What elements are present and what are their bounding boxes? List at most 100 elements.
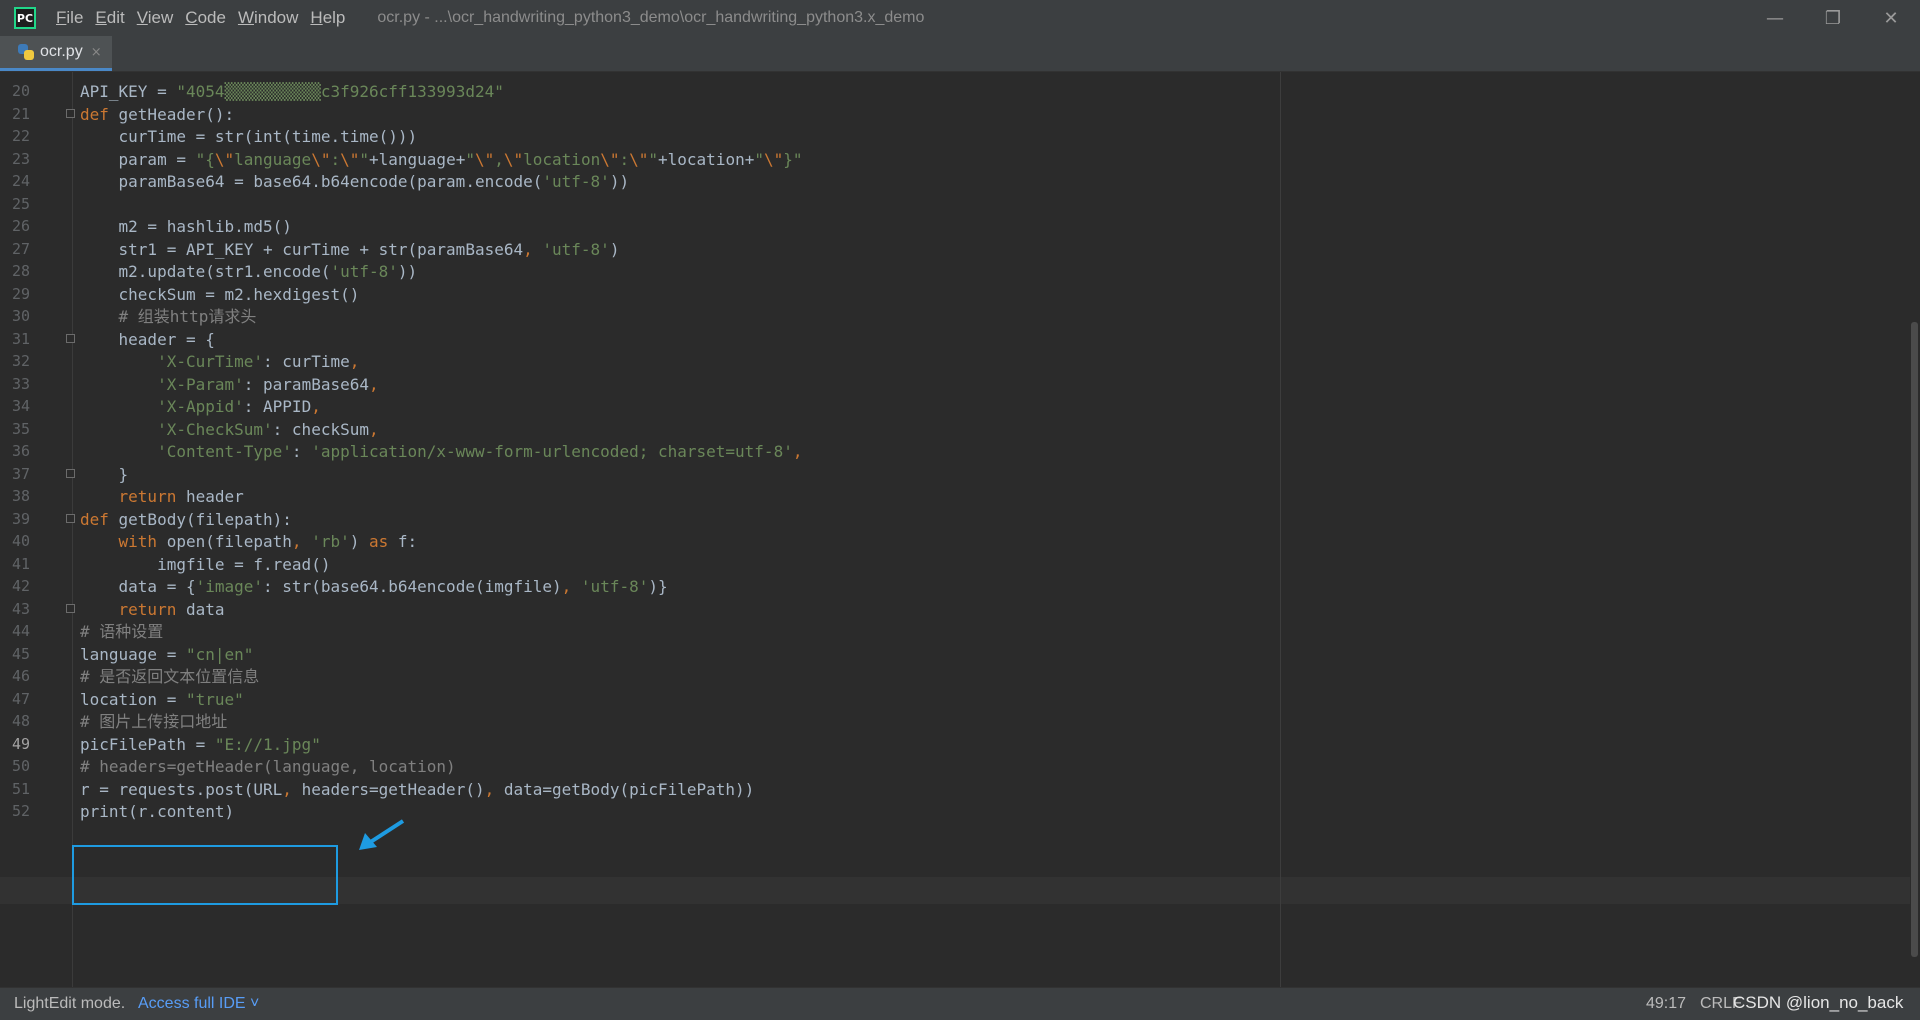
code-token: m2 = hashlib.md5() bbox=[80, 217, 292, 236]
code-token: ) bbox=[349, 532, 369, 551]
code-token: : bbox=[619, 149, 630, 169]
window-title: ocr.py - ...\ocr_handwriting_python3_dem… bbox=[377, 9, 925, 26]
code-token: m2.update(str1.encode( bbox=[80, 262, 331, 281]
editor-tab-bar: ocr.py × bbox=[0, 36, 1920, 72]
code-editor[interactable]: 20 API_KEY = "4054▒▒▒▒▒▒▒▒▒▒c3f926cff1339… bbox=[0, 72, 1920, 987]
code-token: , bbox=[368, 419, 379, 439]
code-token: # 语种设置 bbox=[80, 622, 164, 641]
code-token: r = requests.post(URL bbox=[80, 779, 283, 799]
code-token: : bbox=[291, 442, 312, 461]
code-token: 'application/x-www-form-urlencoded; char… bbox=[311, 442, 793, 461]
code-token: with bbox=[118, 532, 158, 551]
code-token: def bbox=[80, 509, 119, 529]
code-token: # headers=getHeader(language, location) bbox=[80, 757, 456, 776]
code-token: 'utf-8' bbox=[542, 172, 610, 191]
vertical-scrollbar[interactable] bbox=[1910, 72, 1920, 987]
code-token: API_KEY = bbox=[80, 82, 177, 101]
code-token: 'image' bbox=[195, 577, 264, 596]
fold-marker-icon[interactable] bbox=[66, 603, 75, 613]
menu-help[interactable]: Help bbox=[304, 8, 351, 28]
code-token: 'rb' bbox=[311, 532, 350, 551]
code-token: )) bbox=[609, 172, 630, 191]
code-token: paramBase64 = base64.b64encode(param.enc… bbox=[80, 172, 543, 191]
code-token: , bbox=[311, 397, 321, 416]
title-bar: PC File Edit View Code Window Help ocr.py - .… bbox=[0, 0, 1920, 36]
code-token: , bbox=[484, 779, 504, 799]
code-token: data bbox=[176, 599, 225, 619]
code-token: : bbox=[330, 149, 341, 169]
code-token: +language+ bbox=[369, 149, 466, 169]
menu-window[interactable]: Window bbox=[232, 8, 304, 28]
line-number: 52 bbox=[11, 802, 30, 820]
code-token: return bbox=[118, 487, 177, 506]
code-token: 'X-Appid' bbox=[157, 397, 244, 416]
code-token: ) bbox=[609, 239, 620, 259]
code-token: 'X-CheckSum' bbox=[157, 419, 273, 439]
python-file-icon bbox=[18, 44, 34, 60]
code-token: ▒▒▒▒▒▒▒▒▒▒ bbox=[224, 82, 321, 101]
code-token: \" bbox=[600, 149, 620, 169]
code-token: +location+ bbox=[658, 149, 755, 169]
code-token: "true" bbox=[185, 689, 244, 709]
code-token: : paramBase64 bbox=[243, 374, 369, 394]
code-token: "4054 bbox=[176, 82, 225, 101]
fold-marker-icon[interactable] bbox=[66, 468, 75, 478]
code-token: \" bbox=[311, 149, 331, 169]
lightedit-mode-label: LightEdit mode. bbox=[14, 995, 126, 1012]
code-token: , bbox=[291, 532, 312, 551]
menu-code[interactable]: Code bbox=[179, 8, 232, 28]
access-full-ide-link[interactable]: Access full IDE ˅ bbox=[138, 995, 259, 1013]
code-token: , bbox=[369, 374, 379, 394]
code-token: curTime = str(int(time.time())) bbox=[80, 127, 418, 146]
tab-close-icon[interactable]: × bbox=[91, 45, 102, 60]
code-token: } bbox=[80, 464, 129, 484]
code-token: \" bbox=[474, 149, 495, 169]
code-token: " bbox=[465, 149, 475, 169]
fold-marker-icon[interactable] bbox=[66, 513, 75, 523]
code-token: , bbox=[792, 442, 803, 461]
code-token: , bbox=[494, 149, 504, 169]
code-token: def bbox=[80, 104, 119, 124]
code-token: c3f926cff133993d24" bbox=[320, 82, 504, 101]
code-token: "{ bbox=[195, 149, 215, 169]
code-token: # 是否返回文本位置信息 bbox=[80, 667, 260, 686]
fold-marker-icon[interactable] bbox=[66, 333, 75, 343]
code-token: print(r.content) bbox=[80, 802, 235, 821]
code-token: getBody(filepath): bbox=[118, 509, 292, 529]
code-token: location bbox=[523, 149, 601, 169]
menu-view[interactable]: View bbox=[131, 8, 180, 28]
caret-position[interactable]: 49:17 bbox=[1646, 995, 1686, 1013]
code-text: print(r.content) bbox=[80, 798, 234, 825]
status-bar: LightEdit mode. Access full IDE ˅ 49:17 … bbox=[0, 987, 1920, 1020]
fold-marker-icon[interactable] bbox=[66, 108, 75, 118]
code-token: language bbox=[234, 149, 312, 169]
code-token: return bbox=[118, 599, 177, 619]
code-token: , bbox=[349, 352, 360, 371]
code-token: : curTime bbox=[263, 352, 350, 371]
code-token: 'X-CurTime' bbox=[157, 352, 264, 371]
code-token: , bbox=[561, 577, 581, 596]
code-token: "E://1.jpg" bbox=[214, 734, 321, 754]
close-window-button[interactable]: ✕ bbox=[1862, 0, 1920, 36]
code-token: : str(base64.b64encode(imgfile) bbox=[263, 577, 562, 596]
code-token: 'utf-8' bbox=[542, 239, 610, 259]
code-token: param = bbox=[80, 149, 196, 169]
code-token: open(filepath bbox=[157, 532, 292, 551]
menu-edit[interactable]: Edit bbox=[89, 8, 130, 28]
code-line[interactable]: 52 print(r.content) bbox=[0, 798, 1900, 825]
annotation-highlight-box bbox=[72, 845, 338, 905]
code-token: \" bbox=[503, 149, 524, 169]
minimize-button[interactable]: — bbox=[1746, 0, 1804, 36]
scrollbar-thumb[interactable] bbox=[1911, 322, 1918, 957]
restore-button[interactable]: ❐ bbox=[1804, 0, 1862, 36]
code-token: " bbox=[754, 149, 764, 169]
menu-file[interactable]: File bbox=[50, 8, 89, 28]
code-token: header bbox=[176, 487, 244, 506]
tab-label: ocr.py bbox=[40, 43, 83, 60]
tab-ocr-py[interactable]: ocr.py × bbox=[0, 36, 112, 71]
